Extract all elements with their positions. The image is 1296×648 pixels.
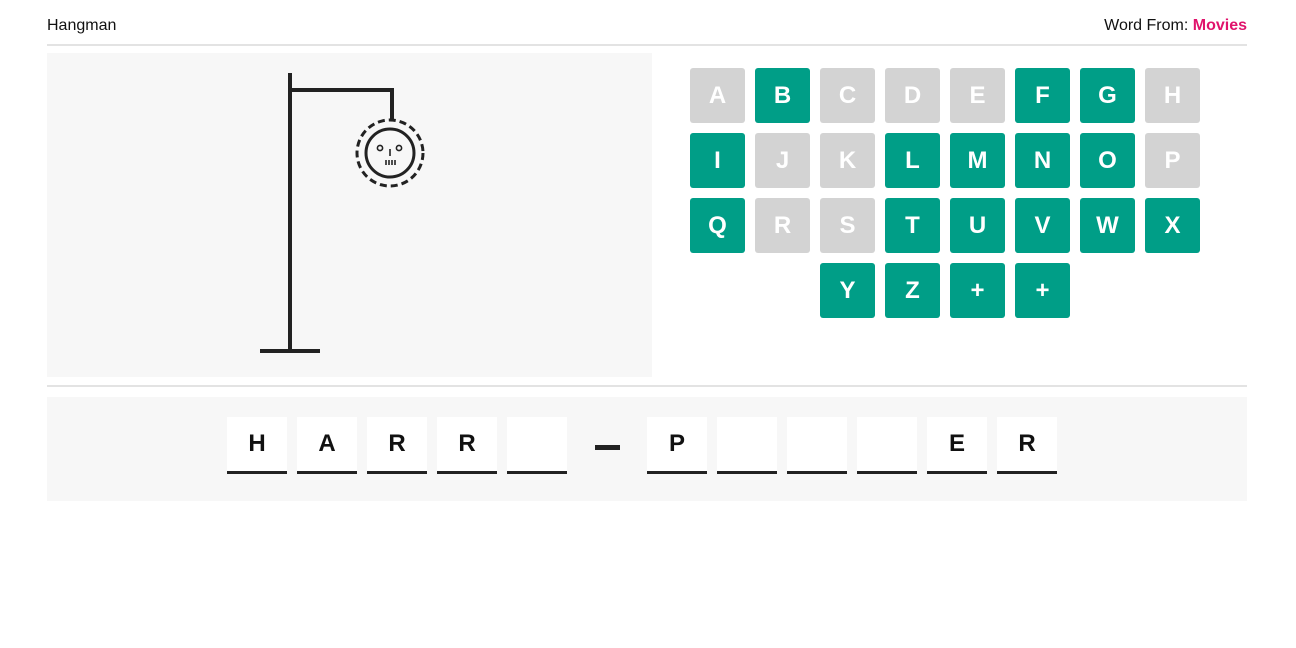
word-panel: HARRPER bbox=[47, 397, 1247, 501]
category-value: Movies bbox=[1192, 17, 1247, 34]
key-i[interactable]: I bbox=[690, 133, 745, 188]
header: Hangman Word From: Movies bbox=[47, 0, 1247, 46]
key-y[interactable]: Y bbox=[820, 263, 875, 318]
key-z[interactable]: Z bbox=[885, 263, 940, 318]
hangman-head bbox=[355, 118, 425, 188]
letter-slot: P bbox=[647, 417, 707, 474]
key-t[interactable]: T bbox=[885, 198, 940, 253]
right-eye bbox=[395, 144, 403, 152]
letter-slot bbox=[787, 417, 847, 474]
letter-slot: H bbox=[227, 417, 287, 474]
key-v[interactable]: V bbox=[1015, 198, 1070, 253]
mouth bbox=[385, 160, 396, 165]
word-separator-dash bbox=[595, 445, 620, 450]
key-r[interactable]: R bbox=[755, 198, 810, 253]
key-j[interactable]: J bbox=[755, 133, 810, 188]
key-u[interactable]: U bbox=[950, 198, 1005, 253]
category-label: Word From: bbox=[1104, 17, 1189, 34]
section-divider bbox=[47, 385, 1247, 387]
key-p[interactable]: P bbox=[1145, 133, 1200, 188]
key-q[interactable]: Q bbox=[690, 198, 745, 253]
category-indicator: Word From: Movies bbox=[1104, 16, 1247, 35]
key-e[interactable]: E bbox=[950, 68, 1005, 123]
key-o[interactable]: O bbox=[1080, 133, 1135, 188]
letter-slot: R bbox=[437, 417, 497, 474]
key-d[interactable]: D bbox=[885, 68, 940, 123]
key-plus-2[interactable]: + bbox=[1015, 263, 1070, 318]
key-n[interactable]: N bbox=[1015, 133, 1070, 188]
letter-slot: E bbox=[927, 417, 987, 474]
key-g[interactable]: G bbox=[1080, 68, 1135, 123]
gallows bbox=[260, 73, 394, 353]
letter-slot bbox=[857, 417, 917, 474]
key-c[interactable]: C bbox=[820, 68, 875, 123]
left-eye bbox=[376, 144, 384, 152]
key-plus-1[interactable]: + bbox=[950, 263, 1005, 318]
key-l[interactable]: L bbox=[885, 133, 940, 188]
letter-slot: R bbox=[367, 417, 427, 474]
key-a[interactable]: A bbox=[690, 68, 745, 123]
key-f[interactable]: F bbox=[1015, 68, 1070, 123]
key-x[interactable]: X bbox=[1145, 198, 1200, 253]
hangman-drawing bbox=[260, 73, 425, 353]
letter-slot: R bbox=[997, 417, 1057, 474]
key-k[interactable]: K bbox=[820, 133, 875, 188]
letter-keyboard: A B C D E F G H I J K L M N O P Q R S T U V W X Y Z + + bbox=[690, 68, 1210, 328]
app-title: Hangman bbox=[47, 17, 117, 34]
key-h[interactable]: H bbox=[1145, 68, 1200, 123]
key-b[interactable]: B bbox=[755, 68, 810, 123]
letter-slot bbox=[717, 417, 777, 474]
key-m[interactable]: M bbox=[950, 133, 1005, 188]
letter-slot bbox=[507, 417, 567, 474]
key-w[interactable]: W bbox=[1080, 198, 1135, 253]
gallows-panel bbox=[47, 53, 652, 377]
letter-slot: A bbox=[297, 417, 357, 474]
key-s[interactable]: S bbox=[820, 198, 875, 253]
